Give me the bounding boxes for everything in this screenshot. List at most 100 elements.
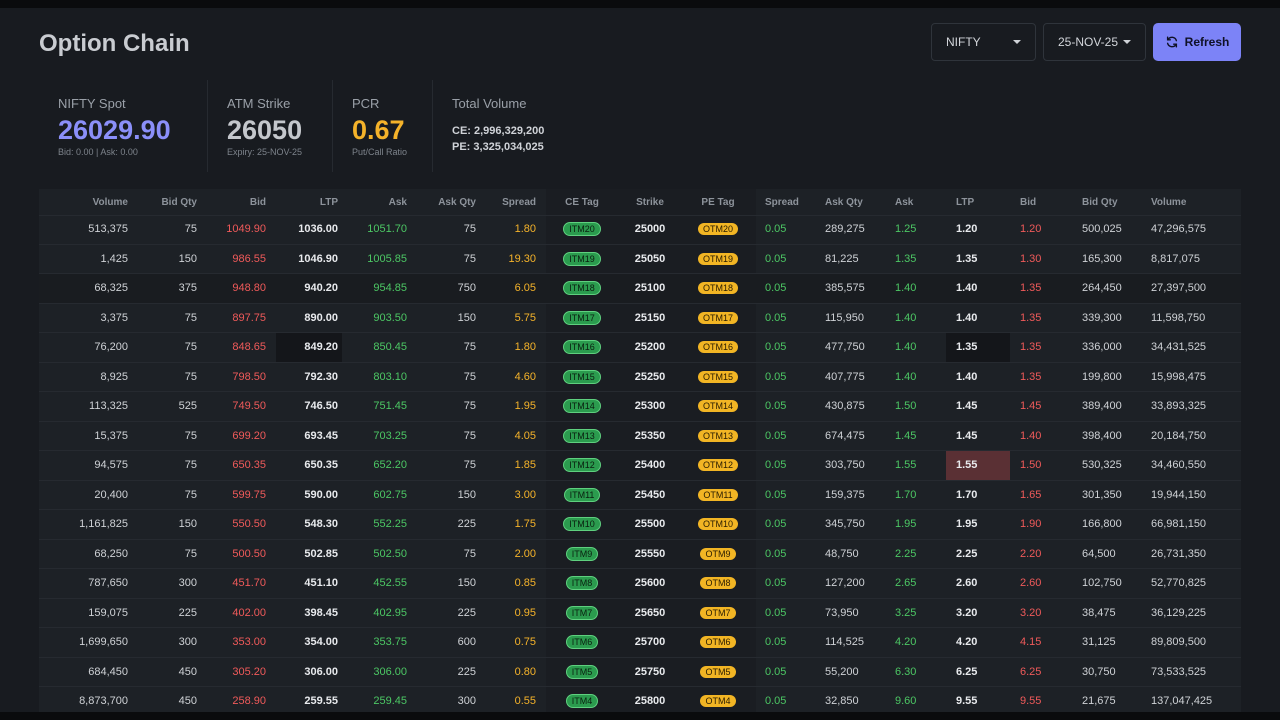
ce-spread-cell: 2.00: [514, 547, 536, 560]
pe-ltp-cell: 1.70: [956, 488, 978, 501]
pe-bid-cell: 6.25: [1020, 665, 1042, 678]
column-header-ce-bid-qty: Bid Qty: [161, 196, 197, 208]
itm-badge: ITM5: [565, 664, 599, 679]
pe-spread-cell: 0.05: [765, 606, 787, 619]
pe-ask-qty-cell: 127,200: [825, 577, 865, 590]
pe-volume-cell: 20,184,750: [1151, 429, 1207, 442]
column-header-ce-ask-qty: Ask Qty: [438, 196, 476, 208]
table-row[interactable]: 8,925 75 798.50 792.30 803.10 75 4.60 ITM15 2525…: [39, 363, 1241, 392]
pe-ltp-cell: 6.25: [956, 665, 978, 678]
ce-tag-cell: ITM15: [542, 363, 622, 392]
pe-ltp-cell: 1.35: [946, 333, 1010, 362]
ce-volume-cell: 15,375: [94, 429, 128, 442]
symbol-select[interactable]: NIFTY: [931, 23, 1036, 61]
table-row[interactable]: 159,075 225 402.00 398.45 402.95 225 0.95 ITM7 2…: [39, 599, 1241, 628]
itm-badge: ITM18: [563, 281, 601, 296]
ce-bid-qty-cell: 75: [184, 223, 197, 236]
table-row[interactable]: 94,575 75 650.35 650.35 652.20 75 1.85 ITM12 254…: [39, 451, 1241, 481]
ce-bid-qty-cell: 75: [184, 311, 197, 324]
table-row[interactable]: 684,450 450 305.20 306.00 306.00 225 0.80 ITM5 2…: [39, 658, 1241, 687]
ce-bid-cell: 948.80: [232, 282, 266, 295]
pe-volume-cell: 27,397,500: [1151, 282, 1207, 295]
refresh-button[interactable]: Refresh: [1153, 23, 1241, 61]
ce-volume-cell: 684,450: [88, 665, 128, 678]
atm-value: 26050: [227, 115, 303, 145]
pe-bid-cell: 1.90: [1020, 518, 1042, 531]
ce-volume-cell: 113,325: [89, 400, 128, 413]
table-row[interactable]: 513,375 75 1049.90 1036.00 1051.70 75 1.80 ITM2…: [39, 215, 1241, 245]
pe-ltp-cell: 1.40: [956, 282, 978, 295]
table-row[interactable]: 76,200 75 848.65 849.20 850.45 75 1.80 ITM16 252…: [39, 333, 1241, 363]
table-header: Volume Bid Qty Bid LTP Ask Ask Qty Spread CE Ta…: [39, 189, 1241, 216]
table-row[interactable]: 68,250 75 500.50 502.85 502.50 75 2.00 ITM9 2555…: [39, 540, 1241, 569]
pe-tag-cell: OTM5: [678, 658, 758, 687]
column-header-pe-spread: Spread: [765, 196, 799, 208]
pe-bid-qty-cell: 102,750: [1082, 577, 1122, 590]
ce-volume-cell: 159,075: [88, 606, 128, 619]
ce-bid-cell: 1049.90: [226, 223, 266, 236]
table-row[interactable]: 113,325 525 749.50 746.50 751.45 75 1.95 ITM14 2…: [39, 392, 1241, 422]
ce-bid-cell: 451.70: [232, 577, 266, 590]
pe-tag-cell: OTM7: [678, 599, 758, 628]
pe-ask-qty-cell: 55,200: [825, 665, 859, 678]
pe-bid-qty-cell: 199,800: [1082, 370, 1122, 383]
itm-badge: ITM13: [563, 428, 601, 443]
table-row[interactable]: 1,699,650 300 353.00 354.00 353.75 600 0.75 ITM…: [39, 628, 1241, 658]
table-row[interactable]: 68,325 375 948.80 940.20 954.85 750 6.05 ITM18 2…: [39, 274, 1241, 304]
ce-tag-cell: ITM7: [542, 599, 622, 628]
ce-ask-qty-cell: 750: [457, 282, 476, 295]
pe-volume-cell: 36,129,225: [1151, 606, 1207, 619]
pe-ask-cell: 1.45: [895, 429, 917, 442]
pe-ask-cell: 1.40: [895, 341, 917, 354]
pe-ltp-cell: 1.20: [956, 223, 978, 236]
ce-tag-cell: ITM20: [542, 215, 622, 244]
pe-tag-cell: OTM6: [678, 628, 758, 657]
ce-spread-cell: 3.00: [514, 488, 536, 501]
pe-spread-cell: 0.05: [765, 577, 787, 590]
otm-badge: OTM19: [697, 252, 738, 265]
pe-ask-cell: 1.35: [895, 252, 917, 265]
ce-ltp-cell: 1046.90: [298, 252, 338, 265]
pe-ask-qty-cell: 407,775: [825, 370, 865, 383]
table-row[interactable]: 3,375 75 897.75 890.00 903.50 150 5.75 ITM17 251…: [39, 304, 1241, 333]
strike-cell: 25300: [634, 400, 666, 413]
ce-ltp-cell: 792.30: [304, 370, 338, 383]
otm-badge: OTM20: [697, 223, 738, 236]
ce-tag-cell: ITM5: [542, 658, 622, 687]
ce-bid-cell: 599.75: [232, 488, 266, 501]
pe-ltp-cell: 1.95: [956, 518, 978, 531]
ce-ltp-cell: 398.45: [304, 606, 338, 619]
pe-bid-qty-cell: 64,500: [1082, 547, 1116, 560]
ce-spread-cell: 1.75: [514, 518, 536, 531]
itm-badge: ITM17: [563, 310, 601, 325]
refresh-icon: [1166, 36, 1177, 48]
strike-cell: 25250: [634, 370, 666, 383]
pe-ask-qty-cell: 303,750: [825, 459, 865, 472]
ce-ltp-cell: 306.00: [304, 665, 338, 678]
ce-ask-cell: 502.50: [373, 547, 407, 560]
ce-ask-qty-cell: 150: [457, 311, 476, 324]
strike-cell: 25700: [634, 636, 666, 649]
expiry-select[interactable]: 25-NOV-25: [1043, 23, 1146, 61]
table-row[interactable]: 15,375 75 699.20 693.45 703.25 75 4.05 ITM13 253…: [39, 422, 1241, 451]
table-row[interactable]: 787,650 300 451.70 451.10 452.55 150 0.85 ITM8 2…: [39, 569, 1241, 599]
table-row[interactable]: 1,161,825 150 550.50 548.30 552.25 225 1.75 ITM…: [39, 510, 1241, 540]
strike-cell: 25150: [634, 311, 666, 324]
ce-ltp-cell: 1036.00: [298, 223, 338, 236]
ce-ltp-cell: 548.30: [304, 518, 338, 531]
otm-badge: OTM16: [697, 341, 738, 354]
ce-bid-qty-cell: 150: [178, 252, 197, 265]
atm-sub: Expiry: 25-NOV-25: [227, 147, 303, 157]
itm-badge: ITM20: [563, 222, 601, 237]
pe-bid-cell: 1.20: [1020, 223, 1042, 236]
ce-bid-cell: 402.00: [232, 606, 266, 619]
table-row[interactable]: 20,400 75 599.75 590.00 602.75 150 3.00 ITM11 25…: [39, 481, 1241, 510]
pe-ask-qty-cell: 430,875: [825, 400, 865, 413]
pe-ask-cell: 1.70: [895, 488, 917, 501]
pe-bid-cell: 1.50: [1020, 459, 1042, 472]
pe-volume-cell: 52,770,825: [1151, 577, 1207, 590]
pe-tag-cell: OTM20: [678, 215, 758, 244]
table-row[interactable]: 1,425 150 986.55 1046.90 1005.85 75 19.30 ITM19…: [39, 245, 1241, 274]
otm-badge: OTM18: [697, 282, 738, 295]
ce-bid-cell: 650.35: [232, 459, 266, 472]
